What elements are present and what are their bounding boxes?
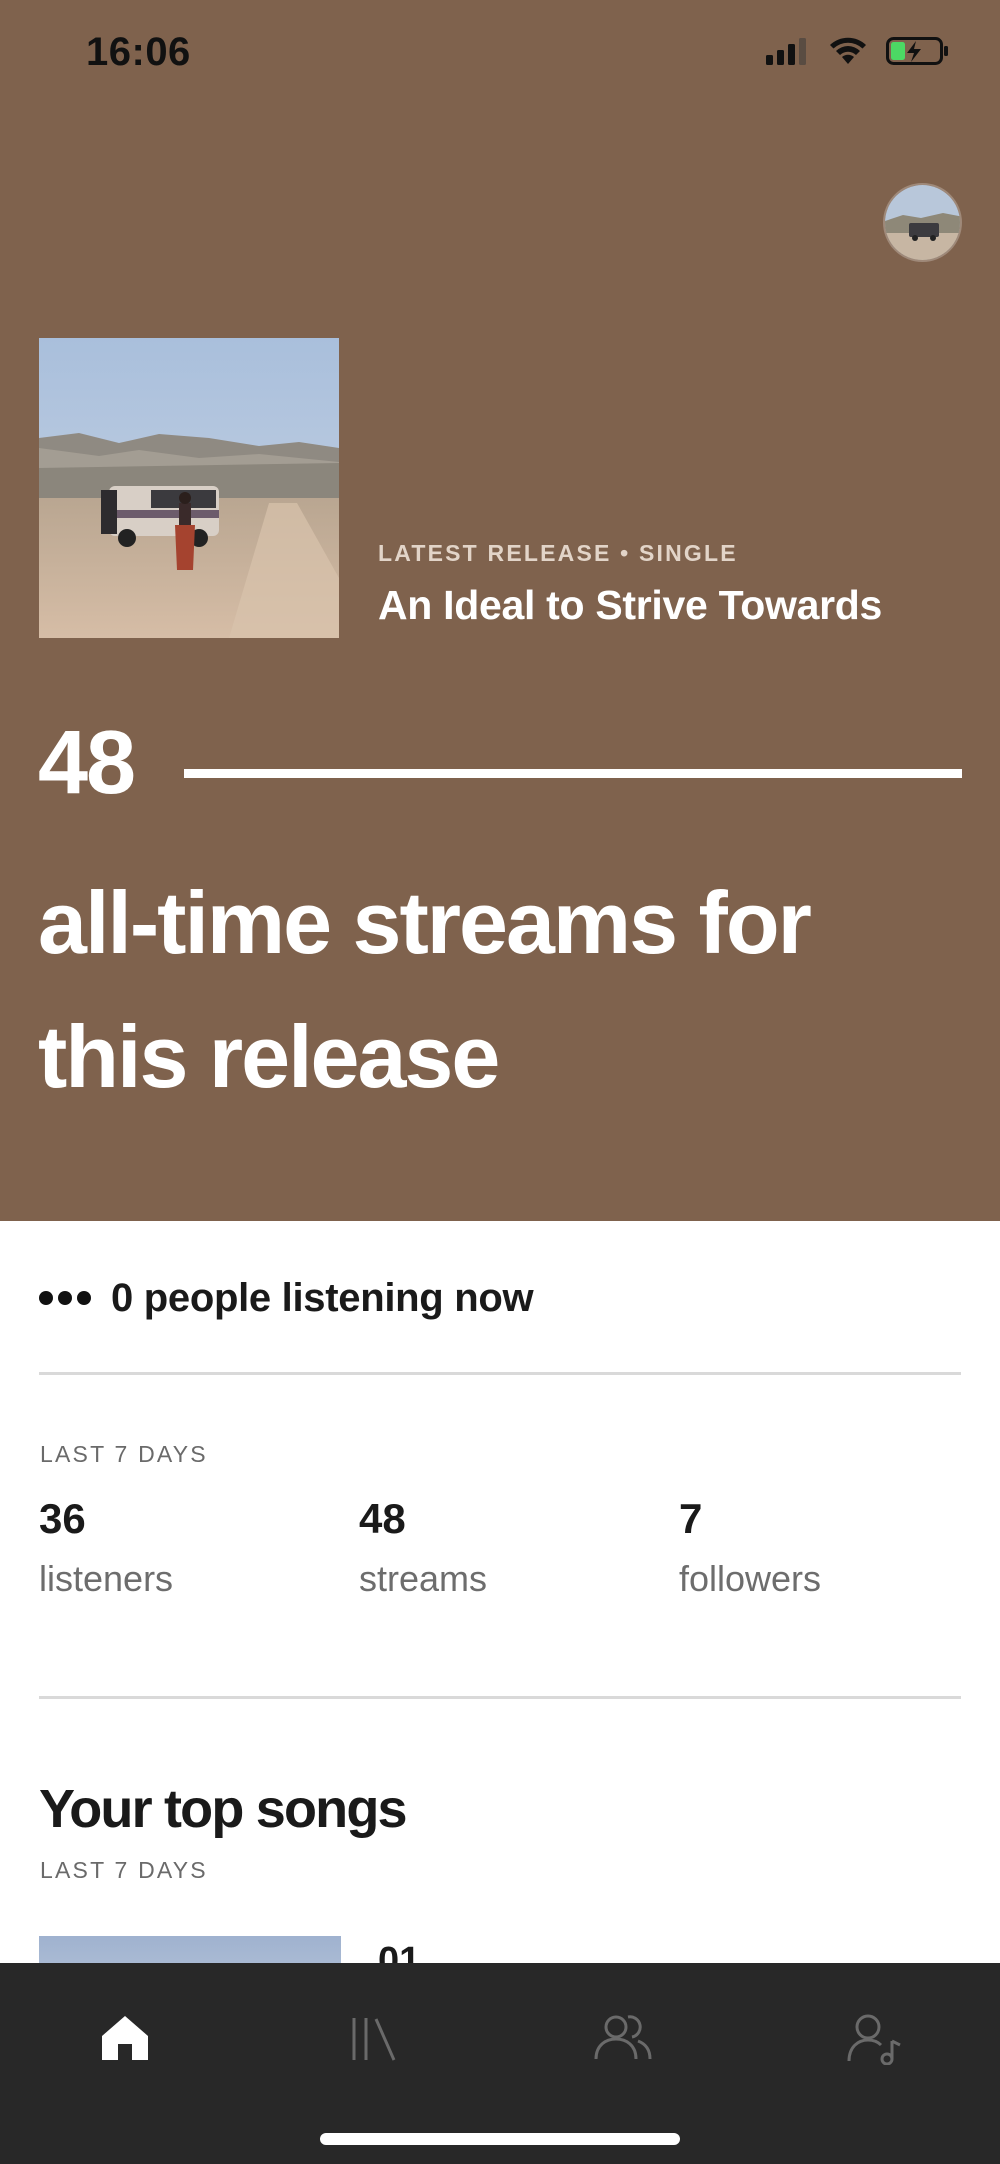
divider (39, 1696, 961, 1699)
divider (39, 1372, 961, 1375)
release-title[interactable]: An Ideal to Strive Towards (378, 582, 882, 629)
listening-now-row: 0 people listening now (39, 1268, 534, 1328)
all-time-streams-count: 48 (38, 713, 136, 813)
tab-home[interactable] (65, 1998, 185, 2078)
stat-followers-value: 7 (679, 1495, 703, 1542)
home-icon (102, 2016, 148, 2060)
hero-section: 16:06 LATEST RELEASE • SINGLE An Ideal t… (0, 0, 1000, 1221)
tab-library[interactable] (314, 1998, 434, 2078)
stat-streams-value: 48 (359, 1495, 406, 1542)
profile-icon (847, 2014, 901, 2065)
live-dots-icon (39, 1291, 91, 1305)
home-indicator (320, 2133, 680, 2145)
tab-bar (0, 1963, 1000, 2164)
cover-image (39, 338, 339, 638)
stats-period-label: LAST 7 DAYS (40, 1441, 208, 1467)
wifi-icon (830, 37, 866, 64)
tab-audience[interactable] (563, 1998, 683, 2078)
listening-now-text: 0 people listening now (111, 1275, 534, 1320)
audience-icon (594, 2015, 652, 2060)
status-bar: 16:06 (0, 0, 1000, 110)
artist-avatar[interactable] (883, 183, 962, 262)
release-cover-art[interactable] (39, 338, 339, 638)
stat-listeners-label: listeners (39, 1558, 174, 1599)
stat-listeners-value: 36 (39, 1495, 86, 1542)
tab-profile[interactable] (815, 1998, 935, 2078)
library-icon (352, 2018, 396, 2061)
streams-divider-line (184, 769, 962, 778)
stat-followers-label: followers (679, 1558, 822, 1599)
signal-icon (766, 38, 806, 65)
avatar-image (885, 185, 960, 260)
all-time-streams-caption: all-time streams for this release (38, 873, 812, 1106)
status-icons (766, 36, 950, 66)
battery-charging-icon (886, 37, 948, 65)
top-songs-period-label: LAST 7 DAYS (40, 1857, 208, 1883)
release-kicker: LATEST RELEASE • SINGLE (378, 540, 738, 566)
top-songs-title: Your top songs (39, 1779, 408, 1839)
status-time: 16:06 (86, 30, 191, 74)
stat-streams-label: streams (359, 1558, 488, 1599)
